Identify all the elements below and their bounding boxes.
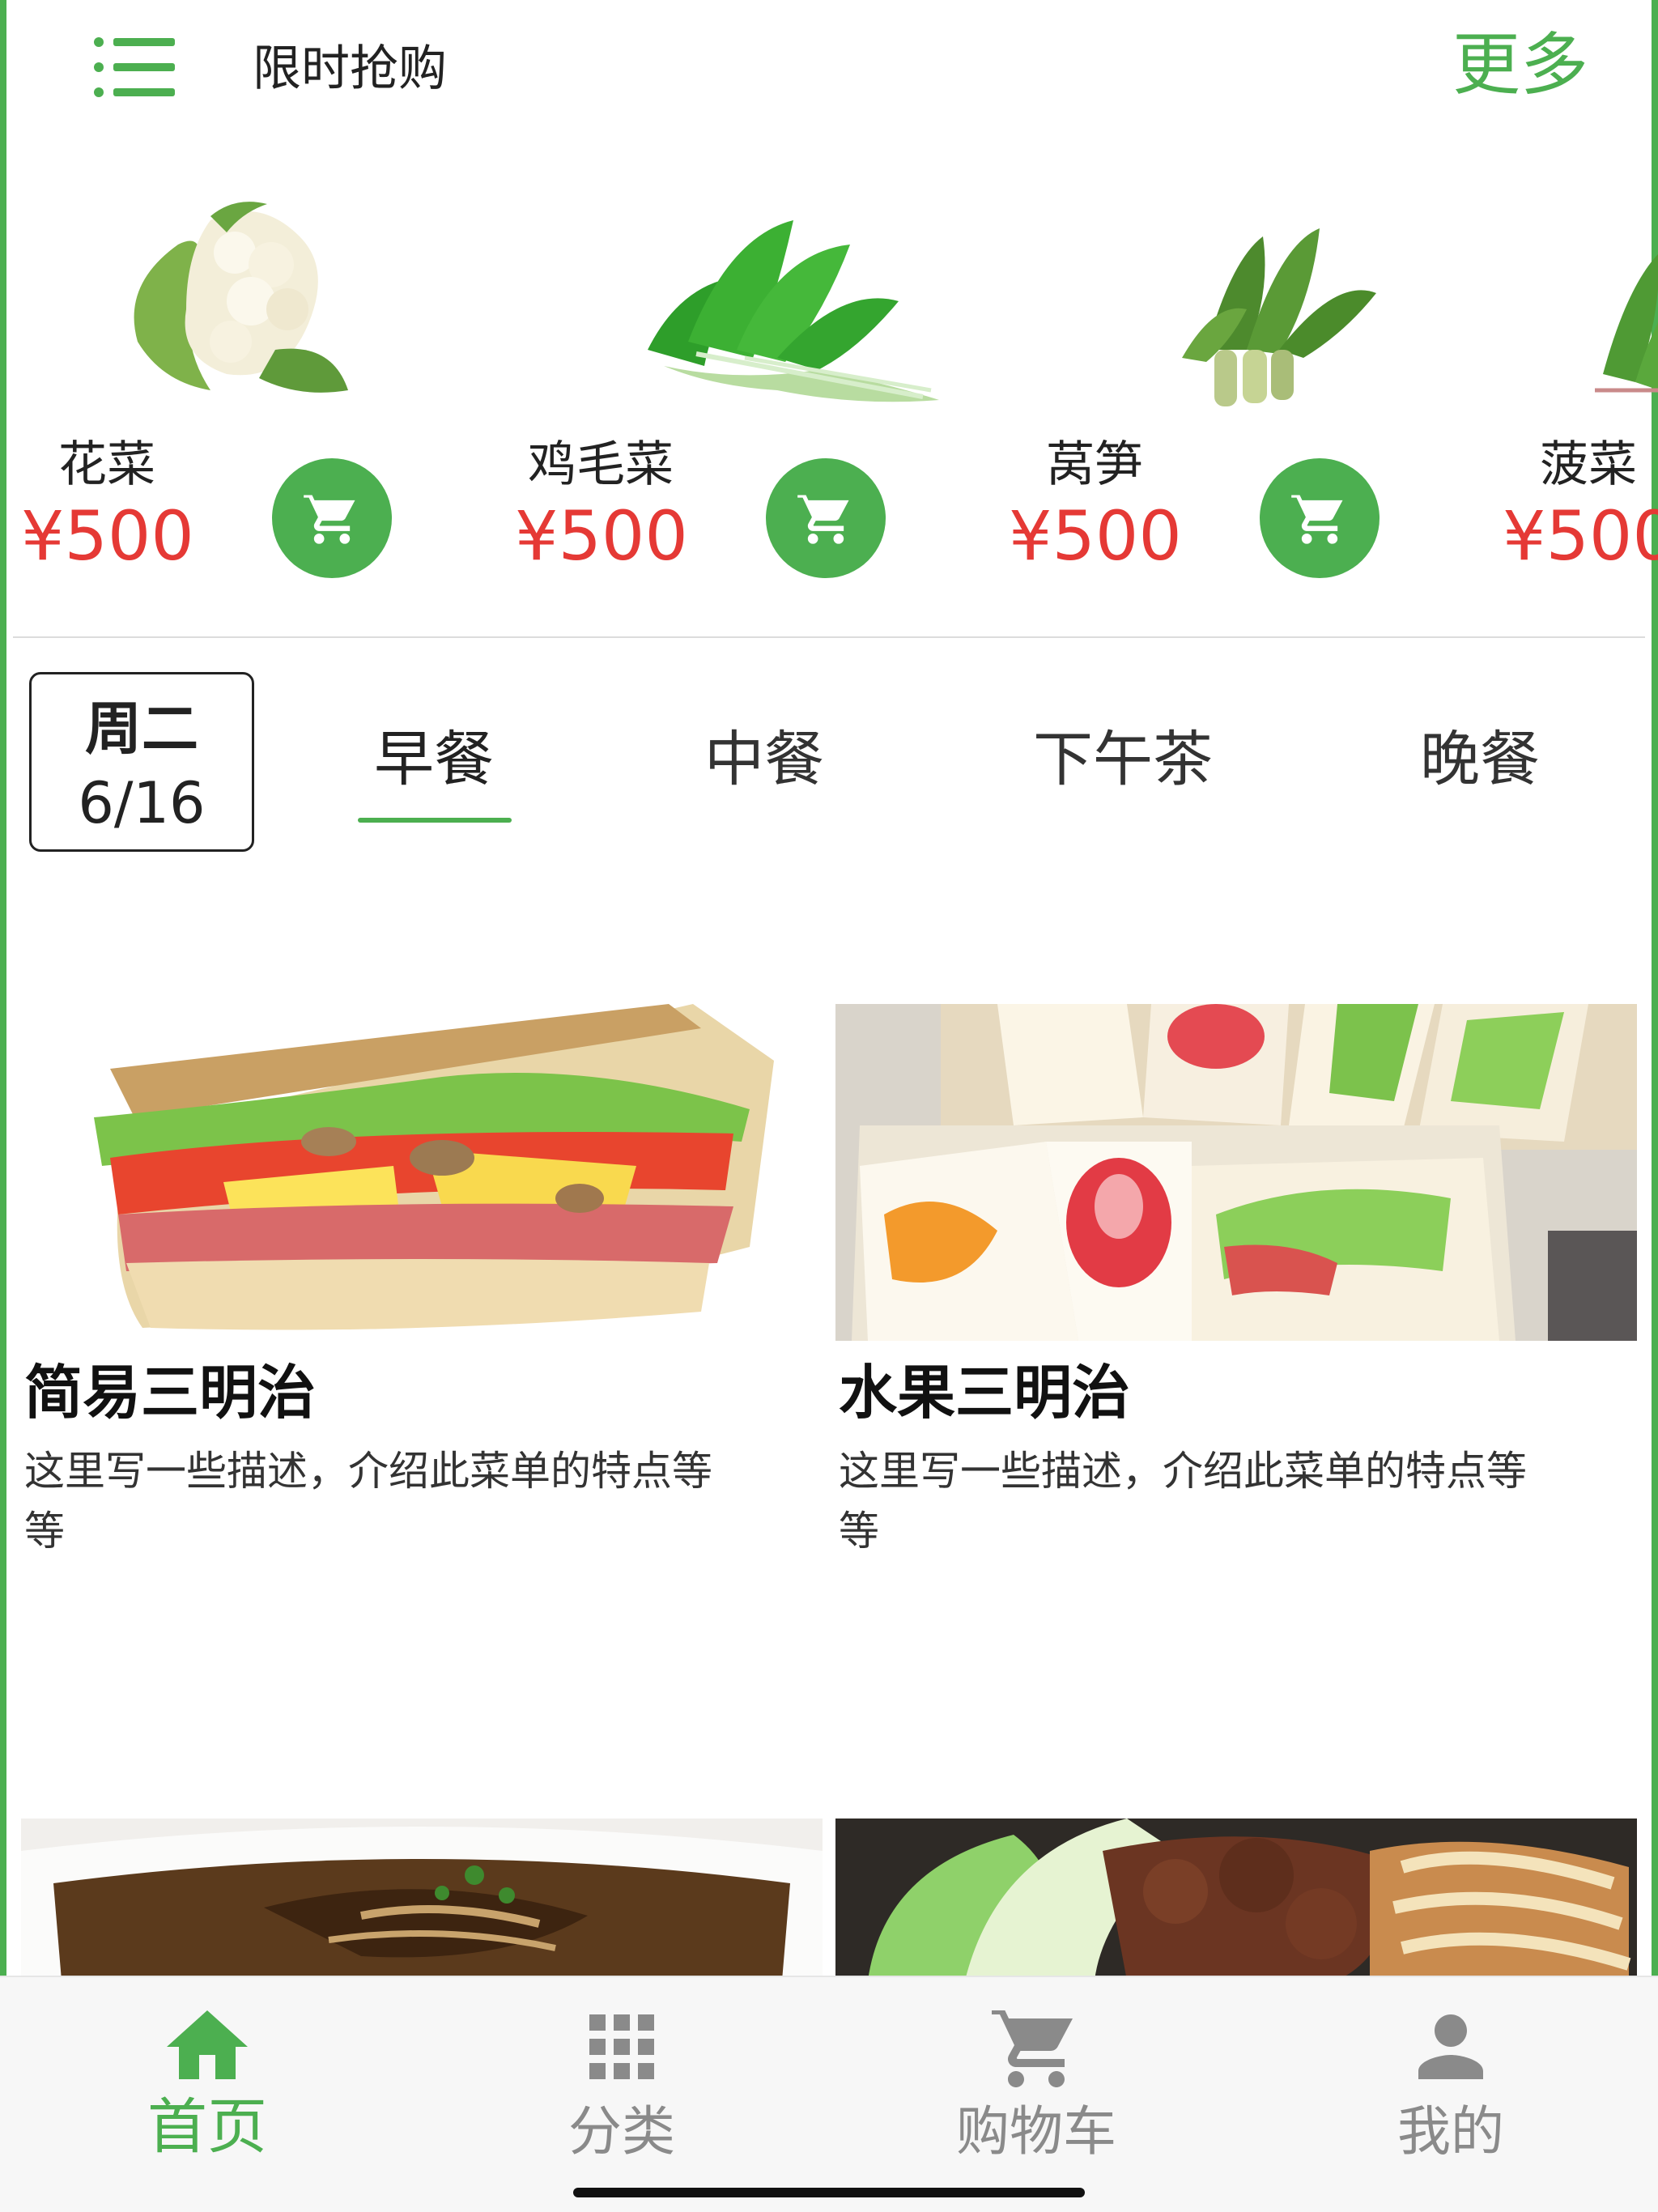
fruit-sandwich-image (835, 1004, 1637, 1341)
tab-label: 我的 (1397, 2100, 1504, 2163)
bottom-tab-bar: 首页 分类 购物车 我的 (0, 1976, 1658, 2212)
tab-breakfast[interactable]: 早餐 (374, 719, 494, 800)
spinach-image (1595, 254, 1658, 393)
flash-sale-item[interactable]: 莴笋 ¥500 (988, 178, 1473, 599)
tab-dinner[interactable]: 晚餐 (1420, 719, 1540, 800)
active-tab-indicator (358, 818, 512, 823)
date-label: 6/16 (78, 770, 206, 836)
cauliflower-image (134, 202, 348, 393)
product-price: ¥500 (21, 496, 194, 576)
menu-card[interactable] (835, 1819, 1637, 1980)
product-name: 鸡毛菜 (528, 436, 674, 493)
tab-cart[interactable]: 购物车 (829, 1977, 1244, 2180)
product-price: ¥500 (515, 496, 688, 576)
grid-icon (589, 2014, 654, 2079)
list-icon[interactable] (92, 31, 176, 104)
person-icon (1418, 2014, 1483, 2079)
product-price: ¥500 (1009, 496, 1182, 576)
product-price: ¥500 (1503, 496, 1658, 576)
menu-card[interactable] (21, 1819, 823, 1980)
beef-noodles-image (835, 1819, 1637, 1980)
product-name: 莴笋 (1046, 436, 1143, 493)
menu-card[interactable]: 水果三明治 这里写一些描述，介绍此菜单的特点等等 (835, 1004, 1637, 1571)
tab-category[interactable]: 分类 (414, 1977, 829, 2180)
section-divider (13, 636, 1645, 638)
menu-item-description: 这里写一些描述，介绍此菜单的特点等等 (24, 1448, 712, 1555)
tab-label: 分类 (568, 2100, 675, 2163)
flash-sale-header: 限时抢购 更多 (0, 0, 1658, 138)
section-title: 限时抢购 (253, 40, 447, 97)
leafy-greens-image (648, 220, 939, 402)
flash-sale-item[interactable]: 花菜 ¥500 (0, 178, 486, 599)
menu-item-description: 这里写一些描述，介绍此菜单的特点等等 (839, 1448, 1527, 1555)
menu-card[interactable]: 简易三明治 这里写一些描述，介绍此菜单的特点等等 (21, 1004, 823, 1571)
home-indicator[interactable] (573, 2188, 1085, 2197)
add-to-cart-button[interactable] (1260, 458, 1380, 578)
menu-item-title: 简易三明治 (24, 1359, 317, 1427)
more-link[interactable]: 更多 (1452, 24, 1588, 105)
flash-sale-list: 花菜 ¥500 鸡毛菜 ¥500 莴笋 ¥500 菠菜 ¥500 (0, 178, 1658, 599)
cart-icon (992, 2006, 1073, 2087)
sandwich-image (21, 1004, 823, 1341)
tab-afternoon-tea[interactable]: 下午茶 (1033, 719, 1213, 800)
app-screen: 限时抢购 更多 花菜 ¥500 鸡毛菜 ¥500 莴笋 ¥500 菠菜 ¥500… (0, 0, 1658, 2212)
add-to-cart-button[interactable] (272, 458, 392, 578)
cart-icon (304, 492, 355, 544)
tab-home[interactable]: 首页 (0, 1977, 414, 2180)
flash-sale-item[interactable]: 鸡毛菜 ¥500 (494, 178, 980, 599)
tab-lunch[interactable]: 中餐 (704, 719, 824, 800)
noodle-soup-image (21, 1819, 823, 1980)
weekday-label: 周二 (85, 696, 198, 762)
celtuce-image (1182, 228, 1376, 406)
menu-item-title: 水果三明治 (839, 1359, 1131, 1427)
add-to-cart-button[interactable] (766, 458, 886, 578)
cart-icon (797, 492, 849, 544)
tab-label: 购物车 (956, 2100, 1116, 2163)
product-name: 菠菜 (1540, 436, 1637, 493)
cart-icon (1291, 492, 1343, 544)
tab-profile[interactable]: 我的 (1244, 1977, 1658, 2180)
flash-sale-item[interactable]: 菠菜 ¥500 (1482, 178, 1658, 599)
product-name: 花菜 (58, 436, 155, 493)
home-icon (167, 2010, 248, 2079)
tab-label: 首页 (147, 2092, 267, 2162)
day-selector[interactable]: 周二 6/16 (29, 672, 254, 852)
